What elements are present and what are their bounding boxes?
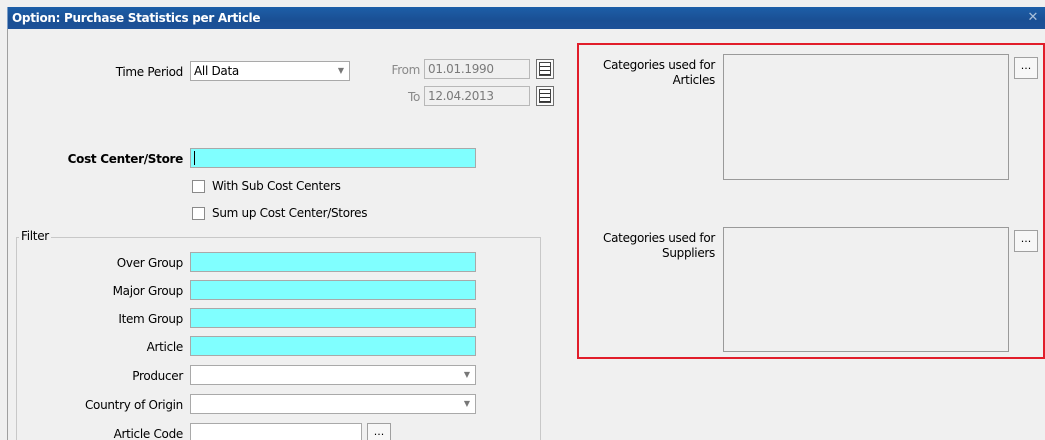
country-of-origin-label: Country of Origin [84, 398, 183, 412]
article-input[interactable] [190, 336, 476, 356]
to-label: To [407, 90, 420, 104]
item-group-label: Item Group [118, 312, 183, 326]
from-label: From [391, 63, 420, 77]
to-date-field: 12.04.2013 [424, 86, 530, 106]
window-title: Option: Purchase Statistics per Article [12, 11, 261, 25]
article-code-label: Article Code [113, 427, 184, 440]
chevron-down-icon: ▼ [463, 370, 471, 379]
cost-center-label: Cost Center/Store [67, 152, 184, 166]
categories-articles-label-line2: Articles [672, 73, 716, 87]
from-calendar-button[interactable] [536, 59, 554, 79]
cost-center-input[interactable] [190, 148, 476, 168]
over-group-input[interactable] [190, 252, 476, 272]
country-of-origin-select[interactable]: ▼ [190, 394, 476, 414]
item-group-input[interactable] [190, 308, 476, 328]
calendar-icon [539, 62, 551, 76]
chevron-down-icon: ▼ [337, 66, 345, 75]
major-group-input[interactable] [190, 280, 476, 300]
categories-suppliers-label-line2: Suppliers [662, 246, 715, 260]
time-period-value: All Data [194, 64, 239, 78]
sum-up-cost-centers-label: Sum up Cost Center/Stores [212, 206, 368, 220]
time-period-label: Time Period [115, 65, 184, 79]
categories-suppliers-list[interactable] [723, 227, 1009, 352]
categories-articles-label-line1: Categories used for [603, 58, 715, 72]
over-group-label: Over Group [116, 256, 184, 270]
categories-articles-list[interactable] [723, 54, 1009, 180]
sum-up-cost-centers-checkbox[interactable] [192, 207, 205, 220]
time-period-select[interactable]: All Data ▼ [190, 61, 350, 81]
text-caret [194, 151, 195, 165]
window-title-bar: Option: Purchase Statistics per Article … [7, 7, 1045, 29]
with-sub-cost-centers-label: With Sub Cost Centers [212, 179, 341, 193]
article-code-browse-button[interactable]: ... [367, 423, 391, 440]
from-date-value: 01.01.1990 [428, 62, 494, 76]
categories-suppliers-label-line1: Categories used for [603, 231, 715, 245]
producer-select[interactable]: ▼ [190, 365, 476, 385]
to-date-value: 12.04.2013 [428, 89, 494, 103]
producer-label: Producer [132, 369, 183, 383]
from-date-field: 01.01.1990 [424, 59, 530, 79]
close-icon[interactable]: ✕ [1025, 10, 1041, 26]
with-sub-cost-centers-checkbox[interactable] [192, 180, 205, 193]
calendar-icon [539, 89, 551, 103]
major-group-label: Major Group [112, 284, 184, 298]
to-calendar-button[interactable] [536, 86, 554, 106]
categories-suppliers-browse-button[interactable]: ... [1014, 230, 1038, 252]
filter-legend: Filter [19, 229, 51, 243]
chevron-down-icon: ▼ [463, 399, 471, 408]
article-code-input[interactable] [190, 423, 362, 440]
article-label: Article [146, 340, 184, 354]
categories-articles-browse-button[interactable]: ... [1014, 57, 1038, 79]
